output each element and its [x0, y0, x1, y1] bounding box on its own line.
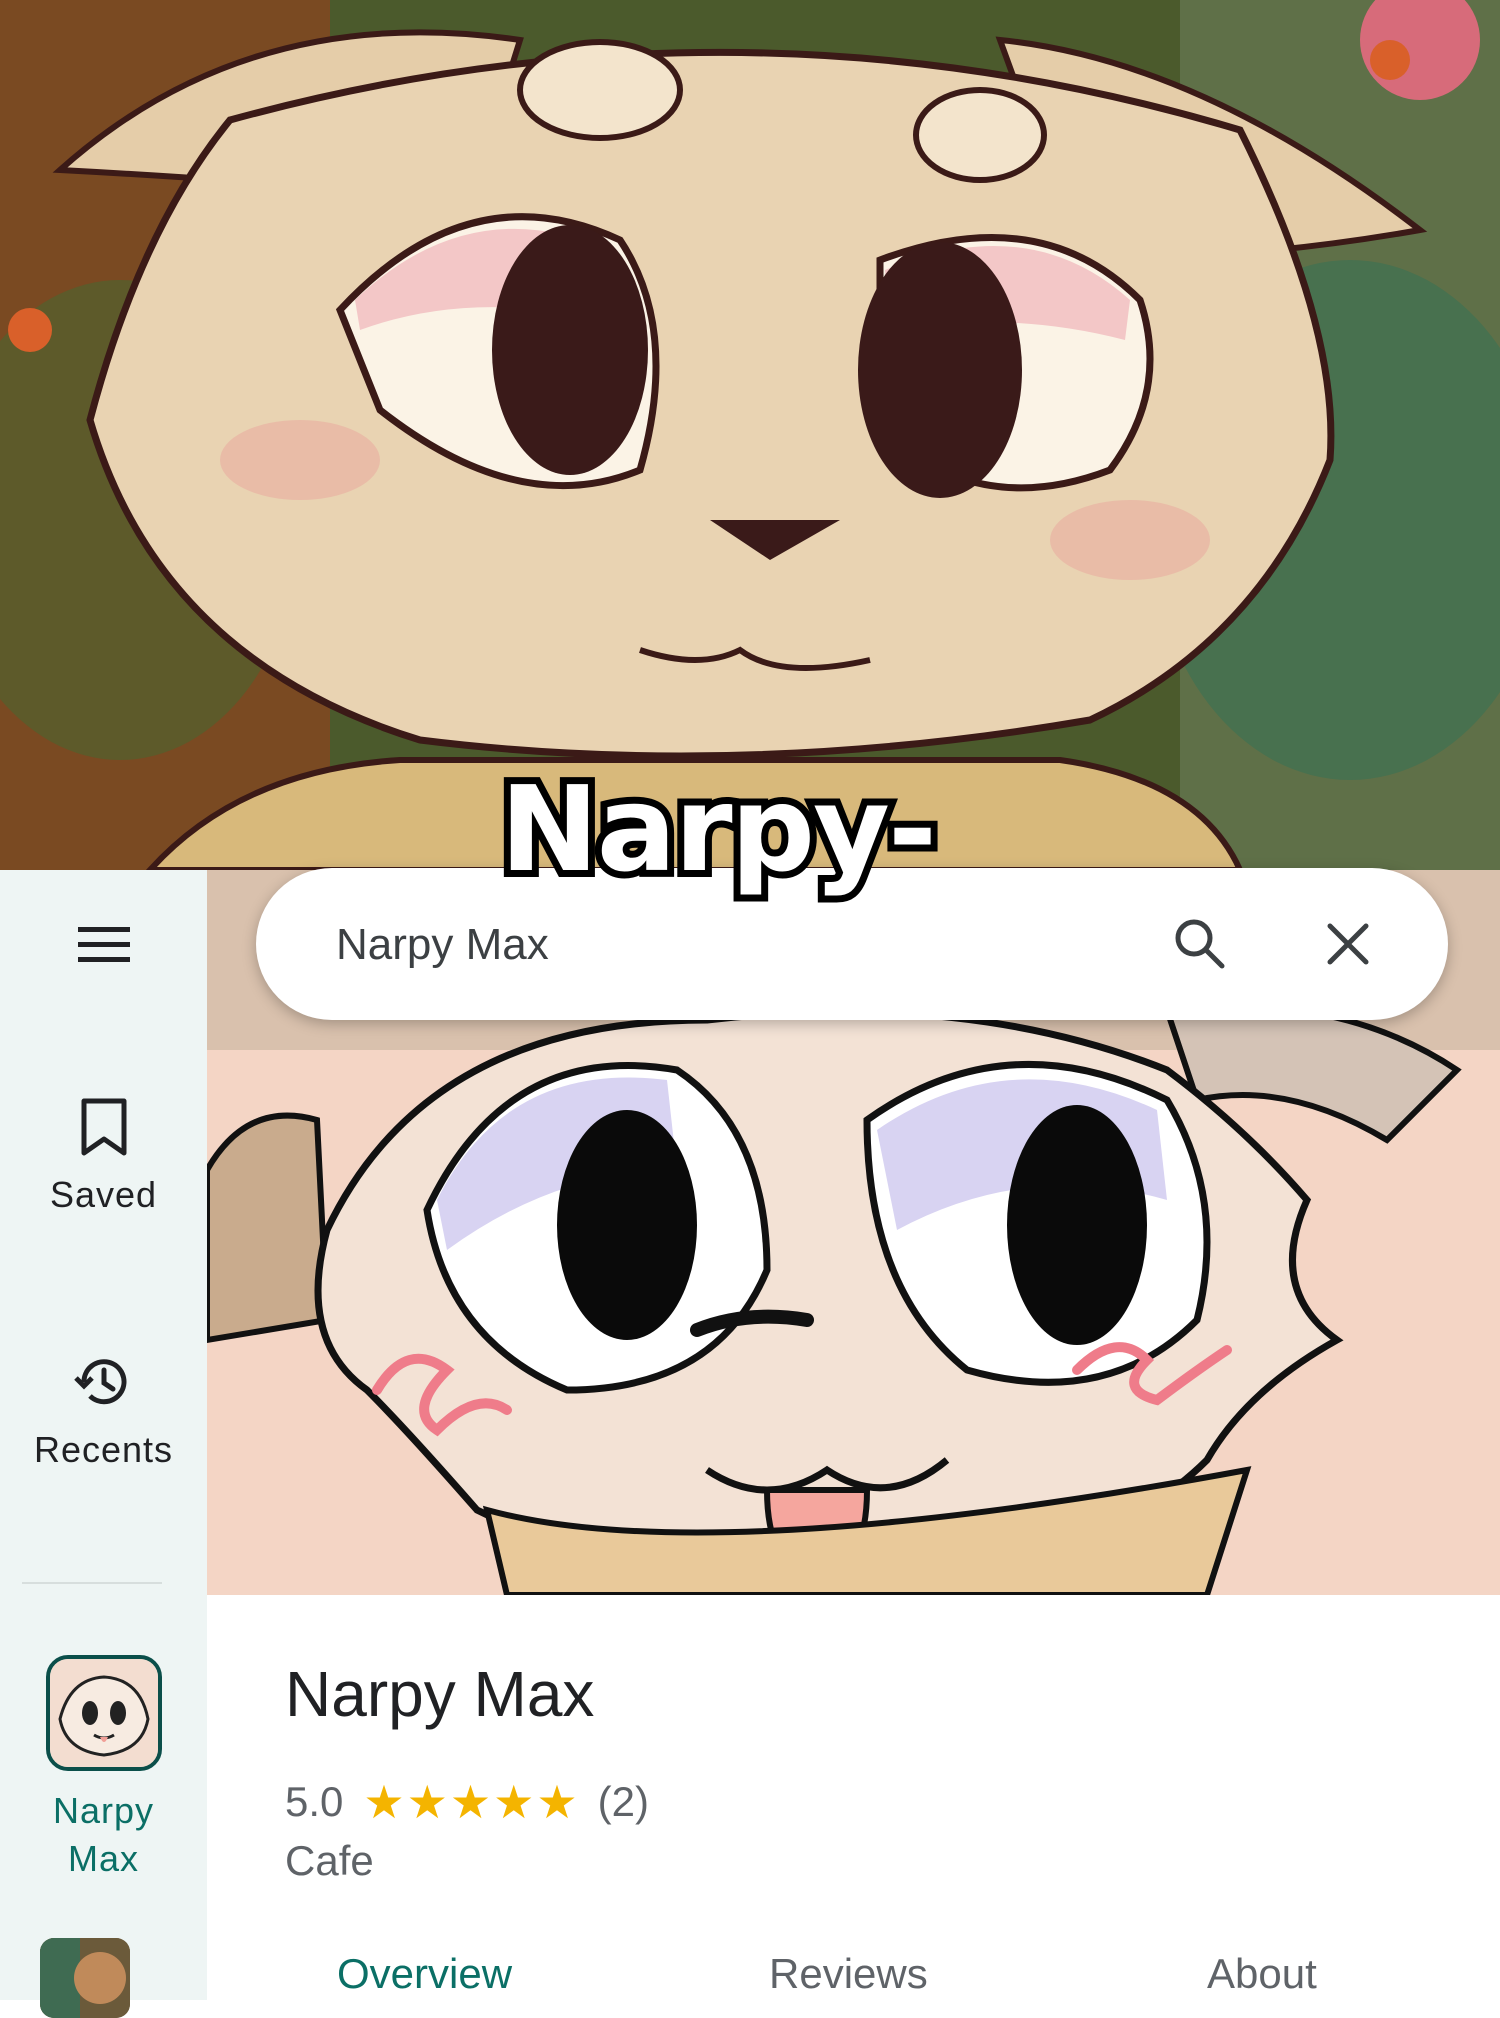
- navigation-rail: Saved Recents Narpy Max: [0, 870, 207, 2018]
- place-thumbnail-image: [49, 1659, 158, 1767]
- tab-overview[interactable]: Overview: [337, 1950, 512, 1998]
- place-category: Cafe: [285, 1837, 374, 1884]
- review-count: (2): [597, 1778, 649, 1825]
- place-title: Narpy Max: [285, 1658, 595, 1730]
- recent-place-label-line2: Max: [67, 1838, 139, 1879]
- saved-button[interactable]: Saved: [0, 1095, 207, 1216]
- place-thumbnail: [45, 1655, 162, 1771]
- cartoon-character-image: [0, 0, 1500, 870]
- video-caption: Narpy-: [493, 760, 944, 898]
- history-icon: [73, 1359, 126, 1405]
- tab-reviews[interactable]: Reviews: [769, 1950, 928, 1998]
- recent-place-image-2: [40, 1938, 130, 2018]
- recent-place-thumbnail-2[interactable]: [40, 1938, 130, 2018]
- menu-icon: [77, 927, 130, 962]
- rail-divider: [22, 1582, 162, 1584]
- recent-place-narpy-max[interactable]: Narpy Max: [0, 1655, 207, 1883]
- place-tabs: Overview Reviews About: [207, 1940, 1500, 2000]
- recents-button[interactable]: Recents: [0, 1350, 207, 1471]
- close-icon[interactable]: [1316, 912, 1380, 976]
- search-icon[interactable]: [1168, 912, 1232, 976]
- saved-label: Saved: [49, 1174, 158, 1215]
- place-details: Narpy Max 5.0 ★★★★★ (2) Cafe Overview Re…: [207, 1595, 1500, 2000]
- recents-label: Recents: [33, 1429, 174, 1470]
- rating-row[interactable]: 5.0 ★★★★★ (2): [285, 1775, 649, 1829]
- menu-button[interactable]: [0, 915, 207, 975]
- maps-panel: Saved Recents: [0, 868, 1500, 2018]
- bookmark-icon: [81, 1098, 126, 1156]
- recent-place-label: Narpy Max: [0, 1787, 207, 1883]
- recent-place-label-line1: Narpy: [52, 1790, 155, 1831]
- tab-about[interactable]: About: [1207, 1950, 1317, 1998]
- video-frame: [0, 0, 1500, 870]
- search-input[interactable]: [334, 914, 1038, 976]
- rating-value: 5.0: [285, 1778, 344, 1825]
- star-rating-icon: ★★★★★: [363, 1776, 580, 1828]
